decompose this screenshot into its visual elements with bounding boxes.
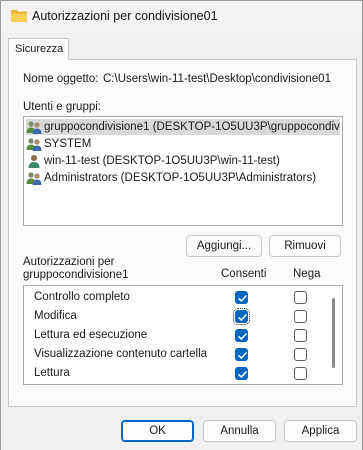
allow-checkbox[interactable] (235, 291, 248, 304)
user-label: Administrators (DESKTOP-1O5UU3P\Administ… (44, 172, 317, 184)
tab-security[interactable]: Sicurezza (8, 38, 69, 60)
deny-checkbox[interactable] (294, 291, 307, 304)
list-item[interactable]: gruppocondivisione1 (DESKTOP-1O5UU3P\gru… (26, 119, 340, 135)
group-icon (26, 172, 42, 185)
permission-label: Modifica (34, 310, 77, 322)
list-item[interactable]: win-11-test (DESKTOP-1O5UU3P\win-11-test… (26, 153, 340, 169)
deny-column-header: Nega (293, 268, 321, 280)
permissions-scrollbar[interactable] (332, 298, 335, 368)
deny-checkbox[interactable] (294, 348, 307, 361)
deny-checkbox[interactable] (294, 329, 307, 342)
window-title: Autorizzazioni per condivisione01 (32, 9, 218, 23)
allow-checkbox[interactable] (233, 308, 250, 325)
add-button[interactable]: Aggiungi... (186, 235, 262, 257)
user-label: SYSTEM (44, 138, 92, 150)
permission-label: Controllo completo (34, 291, 130, 303)
permission-row: Controllo completo (24, 288, 326, 307)
user-label: win-11-test (DESKTOP-1O5UU3P\win-11-test… (44, 155, 280, 167)
deny-checkbox[interactable] (294, 367, 307, 380)
permission-label: Visualizzazione contenuto cartella (34, 348, 208, 360)
permissions-dialog: Autorizzazioni per condivisione01 Sicure… (0, 0, 363, 450)
security-panel: Nome oggetto: C:\Users\win-11-test\Deskt… (8, 59, 357, 407)
folder-icon (11, 10, 27, 22)
group-icon (26, 138, 42, 151)
ok-button[interactable]: OK (121, 420, 194, 442)
permissions-list[interactable]: Controllo completo Modifica Lettura ed ese… (23, 285, 343, 385)
allow-checkbox[interactable] (235, 348, 248, 361)
title-bar[interactable]: Autorizzazioni per condivisione01 (1, 1, 362, 33)
permissions-label-line1: Autorizzazioni per (23, 256, 115, 268)
list-item[interactable]: Administrators (DESKTOP-1O5UU3P\Administ… (26, 170, 340, 186)
list-item[interactable]: SYSTEM (26, 136, 340, 152)
apply-button[interactable]: Applica (284, 420, 357, 442)
checkmark-icon (238, 295, 247, 302)
permission-row: Modifica (24, 307, 326, 326)
permission-label: Lettura ed esecuzione (34, 329, 148, 341)
permission-row: Visualizzazione contenuto cartella (24, 345, 326, 364)
checkmark-icon (238, 371, 247, 378)
remove-button[interactable]: Rimuovi (269, 235, 341, 257)
users-groups-label: Utenti e gruppi: (23, 101, 101, 113)
permissions-label-line2: gruppocondivisione1 (23, 269, 129, 281)
checkmark-icon (238, 352, 247, 359)
allow-checkbox[interactable] (235, 329, 248, 342)
object-name-value: C:\Users\win-11-test\Desktop\condivision… (103, 73, 331, 85)
permission-row (24, 383, 326, 384)
group-icon (26, 121, 42, 134)
checkmark-icon (238, 314, 247, 321)
checkmark-icon (238, 333, 247, 340)
permission-label: Lettura (34, 367, 70, 379)
allow-checkbox[interactable] (235, 367, 248, 380)
permissions-label: Autorizzazioni per gruppocondivisione1 (23, 256, 129, 282)
object-name-label: Nome oggetto: (23, 73, 99, 85)
user-label: gruppocondivisione1 (DESKTOP-1O5UU3P\gru… (44, 121, 340, 133)
deny-checkbox[interactable] (294, 310, 307, 323)
dialog-button-bar: OK Annulla Applica (1, 408, 362, 450)
allow-column-header: Consenti (221, 268, 267, 280)
permission-row: Lettura ed esecuzione (24, 326, 326, 345)
permission-row: Lettura (24, 364, 326, 383)
user-icon (28, 155, 40, 168)
users-groups-list[interactable]: gruppocondivisione1 (DESKTOP-1O5UU3P\gru… (23, 116, 343, 226)
cancel-button[interactable]: Annulla (203, 420, 276, 442)
